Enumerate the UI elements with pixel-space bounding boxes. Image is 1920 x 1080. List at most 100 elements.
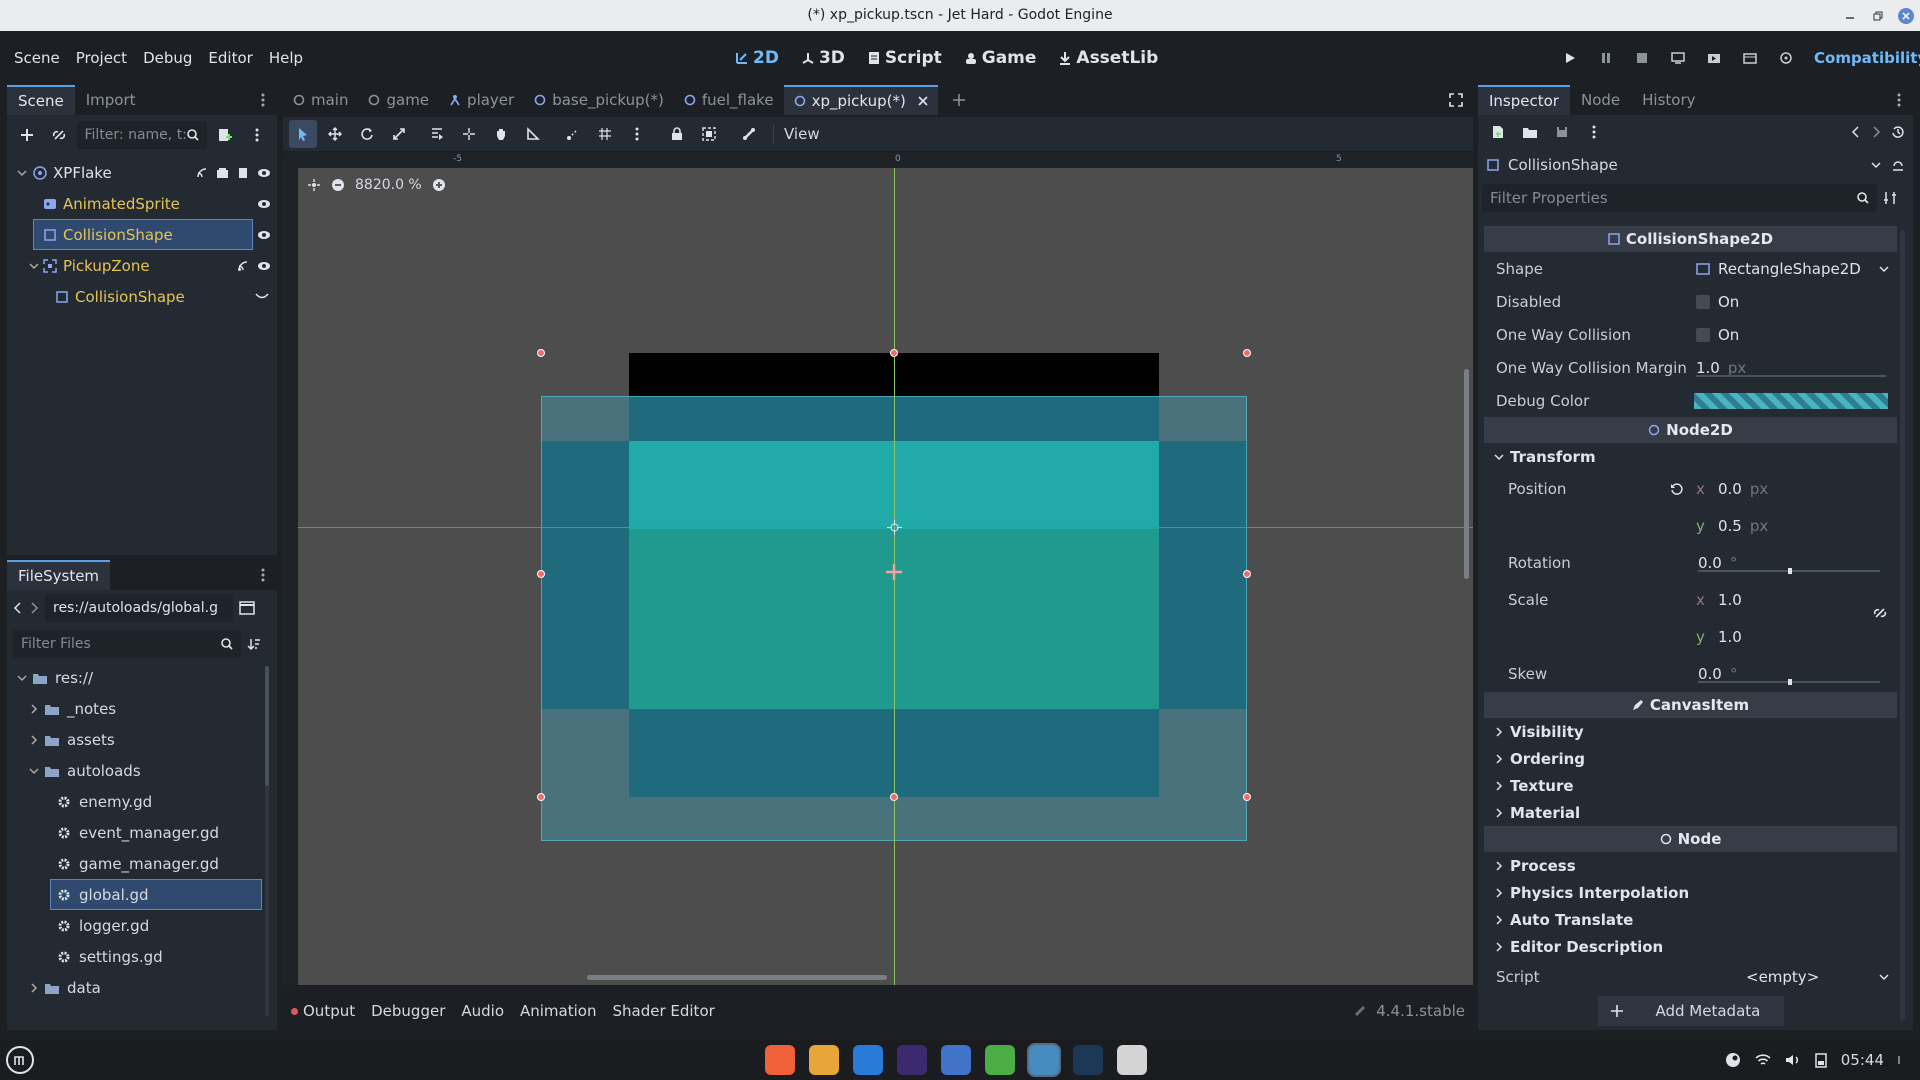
- tree-node-collisionshape[interactable]: CollisionShape: [7, 219, 277, 250]
- folder-row[interactable]: autoloads: [7, 755, 277, 786]
- group-visibility[interactable]: Visibility: [1484, 718, 1897, 745]
- obsidian-icon[interactable]: [897, 1045, 927, 1075]
- add-tab-icon[interactable]: [938, 93, 980, 107]
- ruler-tool-icon[interactable]: [519, 120, 547, 148]
- menu-help[interactable]: Help: [269, 49, 303, 67]
- tab-xp-pickup[interactable]: xp_pickup(*): [783, 85, 938, 115]
- tools-icon[interactable]: [985, 1045, 1015, 1075]
- stop-icon[interactable]: [1628, 44, 1656, 72]
- canvas-viewport[interactable]: -5 0 5 8820.0 %: [283, 153, 1473, 985]
- distraction-free-icon[interactable]: [1449, 93, 1463, 107]
- grid-snap-icon[interactable]: [591, 120, 619, 148]
- visibility-eye-icon[interactable]: [257, 261, 271, 271]
- group-icon[interactable]: [695, 120, 723, 148]
- close-tab-icon[interactable]: [918, 96, 928, 106]
- history-forward-icon[interactable]: [1871, 126, 1881, 138]
- movie-maker-icon[interactable]: [1772, 44, 1800, 72]
- link-icon[interactable]: [1873, 606, 1887, 620]
- bone-icon[interactable]: [735, 120, 763, 148]
- doc-help-icon[interactable]: [1891, 158, 1905, 172]
- vscode-icon[interactable]: [941, 1045, 971, 1075]
- rotate-tool-icon[interactable]: [353, 120, 381, 148]
- steam-icon[interactable]: [1073, 1045, 1103, 1075]
- scale-x-field[interactable]: x 1.0: [1696, 591, 1742, 609]
- terminal-icon[interactable]: [1117, 1045, 1147, 1075]
- file-row[interactable]: enemy.gd: [7, 786, 277, 817]
- music-icon[interactable]: [853, 1045, 883, 1075]
- move-tool-icon[interactable]: [321, 120, 349, 148]
- oneway-checkbox[interactable]: On: [1696, 326, 1739, 344]
- add-metadata-button[interactable]: Add Metadata: [1597, 996, 1784, 1026]
- attach-script-icon[interactable]: [211, 121, 239, 149]
- new-resource-icon[interactable]: [1484, 118, 1512, 146]
- history-back-icon[interactable]: [1851, 126, 1861, 138]
- show-desktop-icon[interactable]: [1898, 1055, 1906, 1065]
- debug-color-swatch[interactable]: [1694, 393, 1888, 409]
- position-x-field[interactable]: x 0.0 px: [1696, 480, 1768, 498]
- resize-handle[interactable]: [890, 793, 898, 801]
- renderer-select[interactable]: Compatibility: [1814, 49, 1920, 67]
- tab-animation[interactable]: Animation: [520, 1002, 596, 1020]
- pivot-tool-icon[interactable]: [455, 120, 483, 148]
- resize-handle[interactable]: [1243, 793, 1251, 801]
- workspace-game-button[interactable]: Game: [964, 48, 1036, 68]
- instance-scene-icon[interactable]: [45, 121, 73, 149]
- zoom-out-icon[interactable]: [331, 178, 345, 192]
- wifi-icon[interactable]: [1755, 1053, 1771, 1067]
- tab-inspector[interactable]: Inspector: [1478, 85, 1570, 115]
- object-selector[interactable]: CollisionShape: [1478, 149, 1913, 181]
- run-current-scene-icon[interactable]: [1700, 44, 1728, 72]
- center-view-icon[interactable]: [307, 178, 321, 192]
- folder-row[interactable]: _notes: [7, 693, 277, 724]
- workspace-3d-button[interactable]: 3D: [801, 48, 845, 68]
- margin-slider[interactable]: 1.0 px: [1696, 359, 1886, 377]
- tab-fuel-flake[interactable]: fuel_flake: [674, 91, 784, 109]
- save-resource-icon[interactable]: [1548, 118, 1576, 146]
- file-row[interactable]: event_manager.gd: [7, 817, 277, 848]
- folder-row[interactable]: res://: [7, 662, 277, 693]
- group-process[interactable]: Process: [1484, 852, 1897, 879]
- restore-icon[interactable]: [1864, 2, 1892, 30]
- visibility-closed-eye-icon[interactable]: [255, 292, 269, 302]
- menu-debug[interactable]: Debug: [143, 49, 192, 67]
- inspector-scrollbar[interactable]: [1900, 230, 1905, 1020]
- menu-editor[interactable]: Editor: [208, 49, 252, 67]
- group-editor-description[interactable]: Editor Description: [1484, 933, 1897, 960]
- shape-resource-picker[interactable]: RectangleShape2D: [1696, 260, 1861, 278]
- sort-icon[interactable]: [247, 637, 261, 651]
- close-window-icon[interactable]: [1892, 2, 1920, 30]
- menu-project[interactable]: Project: [76, 49, 127, 67]
- smart-snap-icon[interactable]: [559, 120, 587, 148]
- rotation-slider[interactable]: 0.0 °: [1698, 554, 1880, 574]
- object-history-icon[interactable]: [1891, 125, 1905, 139]
- back-arrow-icon[interactable]: [13, 602, 23, 614]
- menu-scene[interactable]: Scene: [14, 49, 60, 67]
- resize-handle[interactable]: [1243, 570, 1251, 578]
- group-ordering[interactable]: Ordering: [1484, 745, 1897, 772]
- folder-row[interactable]: assets: [7, 724, 277, 755]
- dock-menu-icon[interactable]: [1885, 86, 1913, 114]
- volume-icon[interactable]: [1785, 1053, 1801, 1067]
- minimize-icon[interactable]: [1836, 2, 1864, 30]
- clock[interactable]: 05:44: [1841, 1051, 1884, 1069]
- tab-output[interactable]: Output: [291, 1002, 355, 1020]
- resize-handle[interactable]: [537, 570, 545, 578]
- scene-menu-icon[interactable]: [243, 121, 271, 149]
- resize-handle[interactable]: [537, 793, 545, 801]
- toggle-split-icon[interactable]: [239, 601, 255, 615]
- zoom-in-icon[interactable]: [432, 178, 446, 192]
- tab-history[interactable]: History: [1631, 85, 1706, 115]
- resize-handle[interactable]: [890, 349, 898, 357]
- chevron-down-icon[interactable]: [1879, 264, 1889, 274]
- snap-options-icon[interactable]: [623, 120, 651, 148]
- scene-filter-input[interactable]: Filter: name, t:: [76, 121, 208, 149]
- disabled-checkbox[interactable]: On: [1696, 293, 1739, 311]
- firefox-icon[interactable]: [765, 1045, 795, 1075]
- workspace-script-button[interactable]: Script: [867, 48, 942, 68]
- script-value[interactable]: <empty>: [1746, 968, 1819, 986]
- zoom-level[interactable]: 8820.0 %: [355, 177, 422, 193]
- checkbox[interactable]: [1696, 294, 1710, 309]
- steam-tray-icon[interactable]: [1725, 1052, 1741, 1068]
- pan-tool-icon[interactable]: [487, 120, 515, 148]
- tab-player[interactable]: player: [439, 91, 524, 109]
